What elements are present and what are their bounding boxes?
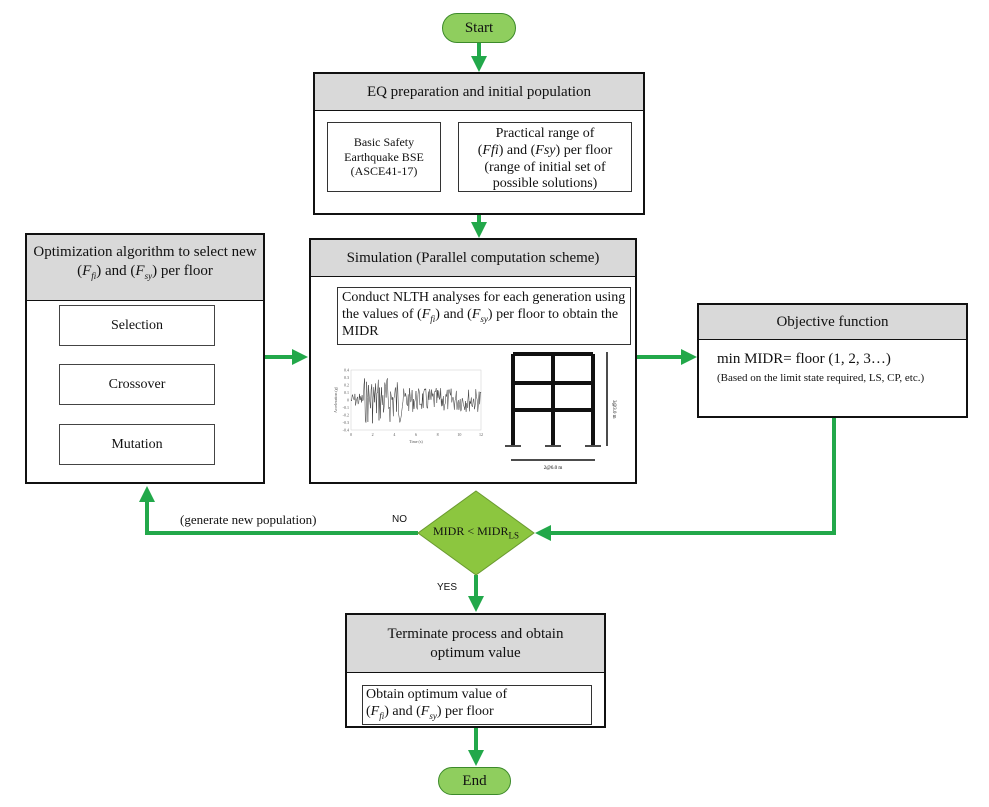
opt-title-text: Optimization algorithm to select new <box>33 244 257 260</box>
nlth-text-box: Conduct NLTH analyses for each generatio… <box>337 287 631 345</box>
objective-title: Objective function <box>699 305 966 340</box>
plot-y-tick: 0.1 <box>344 390 349 395</box>
optimum-text: Obtain optimum value of <box>366 687 508 702</box>
plot-y-tick: -0.3 <box>343 420 349 425</box>
plot-x-tick: 6 <box>415 432 417 437</box>
plot-y-tick: 0.2 <box>344 383 349 388</box>
plot-x-tick: 8 <box>437 432 439 437</box>
terminate-title: Terminate process and obtain optimum val… <box>347 615 604 673</box>
start-terminal: Start <box>442 13 516 43</box>
plot-y-tick: -0.2 <box>343 413 349 418</box>
optimization-box: Optimization algorithm to select new (Ff… <box>25 233 265 484</box>
end-terminal: End <box>438 767 511 795</box>
plot-y-tick: -0.1 <box>343 405 349 410</box>
plot-y-tick: 0.3 <box>344 375 349 380</box>
terminate-box: Terminate process and obtain optimum val… <box>345 613 606 728</box>
plot-trace <box>350 378 482 424</box>
ground-motion-plot: 0.40.30.20.10-0.1-0.2-0.3-0.40 2 4 6 8 10 12Ti… <box>333 368 483 445</box>
optimum-value-box: Obtain optimum value of (Ffi) and (Fsy) p… <box>362 685 592 725</box>
objective-formula: min MIDR= floor (1, 2, 3…) <box>717 351 891 367</box>
range-text: Practical range of <box>495 126 595 141</box>
no-label: NO <box>392 514 407 525</box>
plot-x-tick: 12 <box>479 432 483 437</box>
plot-x-tick: 10 <box>457 432 461 437</box>
plot-x-tick: 0 <box>350 432 352 437</box>
fsy-symbol: Fsy <box>535 142 556 158</box>
objective-box: Objective function min MIDR= floor (1, 2… <box>697 303 968 418</box>
and-text: and <box>506 142 528 158</box>
step-selection: Selection <box>59 305 215 346</box>
optimization-title: Optimization algorithm to select new (Ff… <box>27 235 263 301</box>
yes-label: YES <box>437 582 458 593</box>
frame-drawing: 3@3.0 m 2@6.0 m <box>505 352 616 471</box>
eq-box-title: EQ preparation and initial population <box>315 74 643 111</box>
bse-box: Basic Safety Earthquake BSE (ASCE41-17) <box>327 122 441 192</box>
plot-y-tick: -0.4 <box>343 428 349 433</box>
plot-y-tick: 0.4 <box>344 368 349 373</box>
decision-text: MIDR < MIDRLS <box>420 524 532 540</box>
decision-subscript: LS <box>508 530 519 541</box>
simulation-box: Simulation (Parallel computation scheme)… <box>309 238 637 484</box>
plot-y-tick: 0 <box>347 398 349 403</box>
frame-height-label: 3@3.0 m <box>611 400 616 419</box>
flowchart: Start EQ preparation and initial populat… <box>0 0 989 807</box>
plot-x-tick: 2 <box>372 432 374 437</box>
objective-note: (Based on the limit state required, LS, … <box>717 372 925 384</box>
plot-xlabel: Time (s) <box>409 439 423 444</box>
simulation-title: Simulation (Parallel computation scheme) <box>311 240 635 277</box>
opt-title-suffix: per floor <box>160 262 213 279</box>
eq-preparation-box: EQ preparation and initial population Ba… <box>313 72 645 215</box>
plot-x-tick: 4 <box>393 432 395 437</box>
frame-width-label: 2@6.0 m <box>544 466 563 471</box>
step-crossover: Crossover <box>59 364 215 405</box>
loop-label: (generate new population) <box>180 512 317 527</box>
practical-range-box: Practical range of (Ffi) and (Fsy) per f… <box>458 122 632 192</box>
step-mutation: Mutation <box>59 424 215 465</box>
optimum-text-suffix: per floor <box>445 703 494 719</box>
plot-ylabel: Acceleration (g) <box>333 386 338 413</box>
ffi-symbol: Ffi <box>482 142 499 158</box>
decision-condition: MIDR < MIDR <box>433 524 509 538</box>
